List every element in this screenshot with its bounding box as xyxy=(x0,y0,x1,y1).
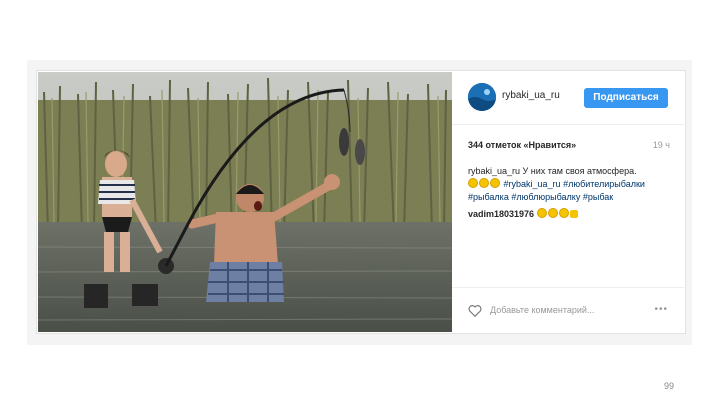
post-time[interactable]: 19 ч xyxy=(653,140,670,150)
hashtag-link[interactable]: #rybaki_ua_ru xyxy=(504,179,561,189)
hashtag-link[interactable]: #рыбак xyxy=(583,192,613,202)
likes-count[interactable]: 344 отметок «Нравится» xyxy=(468,140,576,150)
caption-text: У них там своя атмосфера. xyxy=(522,166,637,176)
profile-username[interactable]: rybaki_ua_ru xyxy=(502,90,560,101)
slide-page-number: 99 xyxy=(664,381,675,391)
hashtag-link[interactable]: #любителирыбалки xyxy=(563,179,645,189)
comment-footer: ••• xyxy=(452,287,684,333)
hashtag-link[interactable]: #люблюрыбалку xyxy=(511,192,580,202)
post-header: rybaki_ua_ru Подписаться xyxy=(452,72,684,125)
ocean-icon xyxy=(468,83,496,111)
smile-emoji-icon xyxy=(490,178,500,188)
comment-username[interactable]: vadim18031976 xyxy=(468,209,534,219)
smile-emoji-icon xyxy=(468,178,478,188)
caption-username[interactable]: rybaki_ua_ru xyxy=(468,166,520,176)
post-caption: rybaki_ua_ru У них там своя атмосфера. #… xyxy=(468,165,673,204)
ocean-avatar-icon[interactable] xyxy=(468,83,496,111)
smile-emoji-icon xyxy=(479,178,489,188)
post-sidebar: rybaki_ua_ru Подписаться 344 отметок «Нр… xyxy=(452,72,684,332)
comment-row: vadim18031976 xyxy=(468,208,578,219)
more-options-icon[interactable]: ••• xyxy=(654,304,668,315)
post-photo[interactable] xyxy=(38,72,452,332)
thumbs-up-icon xyxy=(569,210,578,218)
smile-emoji-icon xyxy=(558,208,569,218)
heart-icon[interactable] xyxy=(468,304,482,318)
follow-button[interactable]: Подписаться xyxy=(584,88,668,108)
fishing-photo-image xyxy=(38,72,452,332)
smile-emoji-icon xyxy=(547,208,558,218)
comment-input[interactable] xyxy=(490,303,640,317)
hashtag-link[interactable]: #рыбалка xyxy=(468,192,509,202)
smile-emoji-icon xyxy=(536,208,547,218)
